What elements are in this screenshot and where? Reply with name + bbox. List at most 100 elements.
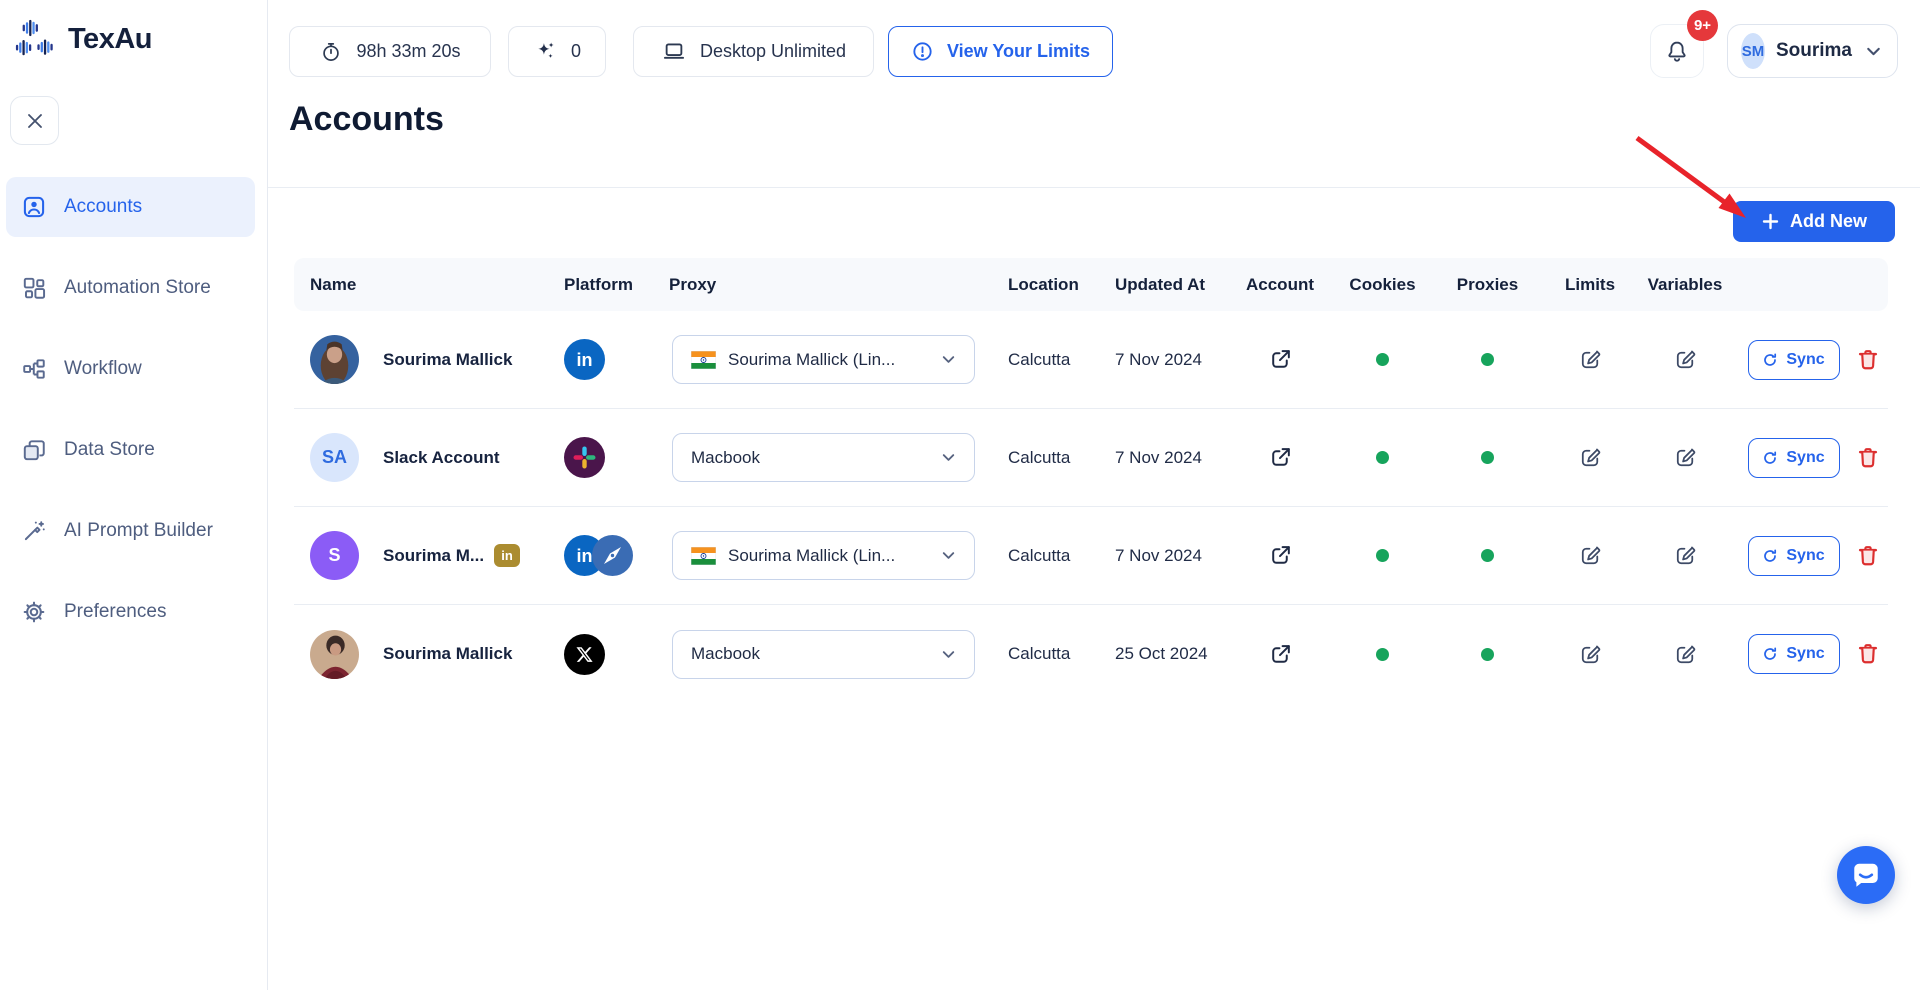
proxy-dropdown[interactable]: Macbook [672, 630, 975, 679]
cookies-status-cell [1330, 549, 1435, 562]
location-cell: Calcutta [990, 644, 1100, 664]
plan-pill[interactable]: Desktop Unlimited [633, 26, 874, 77]
india-flag-icon [691, 351, 716, 369]
platform-cell: in [560, 535, 655, 576]
cookies-status-dot [1376, 549, 1389, 562]
trash-icon[interactable] [1855, 347, 1881, 373]
proxy-cell: Macbook [655, 630, 990, 679]
edit-variables-icon[interactable] [1673, 347, 1698, 372]
user-name: Sourima [1776, 40, 1852, 62]
account-name-wrap: Sourima M...in [383, 544, 520, 567]
view-limits-label: View Your Limits [947, 41, 1090, 62]
user-avatar-initials: SA [310, 433, 359, 482]
slack-icon [564, 437, 605, 478]
gear-icon [21, 599, 47, 625]
sidebar-collapse-button[interactable] [10, 96, 59, 145]
sidebar-item-preferences[interactable]: Preferences [6, 582, 255, 642]
external-link-icon[interactable] [1268, 642, 1293, 667]
sales-navigator-icon [592, 535, 633, 576]
edit-limits-icon[interactable] [1578, 642, 1603, 667]
view-limits-button[interactable]: View Your Limits [888, 26, 1113, 77]
variables-cell [1640, 543, 1730, 568]
sync-button[interactable]: Sync [1748, 438, 1840, 478]
edit-variables-icon[interactable] [1673, 445, 1698, 470]
edit-limits-icon[interactable] [1578, 445, 1603, 470]
india-flag-icon [691, 547, 716, 565]
updated-at-cell: 25 Oct 2024 [1100, 644, 1230, 664]
sidebar-item-ai-prompt-builder[interactable]: AI Prompt Builder [6, 501, 255, 561]
edit-limits-icon[interactable] [1578, 543, 1603, 568]
brand-logo: TexAu [14, 16, 152, 62]
sidebar-item-label: Accounts [64, 196, 142, 218]
name-cell: Sourima Mallick [294, 630, 560, 679]
account-name: Sourima Mallick [383, 644, 512, 664]
location-cell: Calcutta [990, 546, 1100, 566]
proxies-status-dot [1481, 353, 1494, 366]
sync-button[interactable]: Sync [1748, 340, 1840, 380]
column-header-proxy: Proxy [655, 275, 990, 295]
edit-variables-icon[interactable] [1673, 642, 1698, 667]
linkedin-premium-badge: in [494, 544, 520, 567]
limits-cell [1540, 642, 1640, 667]
column-header-account: Account [1230, 275, 1330, 295]
proxy-dropdown[interactable]: Sourima Mallick (Lin... [672, 335, 975, 384]
sync-button[interactable]: Sync [1748, 634, 1840, 674]
table-body: Sourima Mallick in Sourima Mallick (Lin.… [294, 311, 1888, 703]
copy-stack-icon [21, 437, 47, 463]
location-cell: Calcutta [990, 350, 1100, 370]
credits-value: 0 [571, 41, 581, 62]
chevron-down-icon [939, 546, 958, 565]
column-header-proxies: Proxies [1435, 275, 1540, 295]
column-header-limits: Limits [1540, 275, 1640, 295]
account-name-wrap: Sourima Mallick [383, 644, 512, 664]
limits-cell [1540, 445, 1640, 470]
sidebar-item-workflow[interactable]: Workflow [6, 339, 255, 399]
variables-cell [1640, 445, 1730, 470]
bell-icon [1664, 38, 1690, 64]
sync-button[interactable]: Sync [1748, 536, 1840, 576]
external-link-icon[interactable] [1268, 543, 1293, 568]
add-new-button[interactable]: Add New [1733, 201, 1895, 242]
user-avatar-initials: S [310, 531, 359, 580]
user-menu-button[interactable]: SM Sourima [1727, 24, 1898, 78]
stopwatch-icon [319, 40, 343, 64]
header-divider [268, 187, 1920, 188]
sidebar-item-data-store[interactable]: Data Store [6, 420, 255, 480]
time-remaining-pill[interactable]: 98h 33m 20s [289, 26, 491, 77]
proxy-selected-value: Sourima Mallick (Lin... [728, 546, 927, 566]
trash-icon[interactable] [1855, 641, 1881, 667]
x-icon [564, 634, 605, 675]
sidebar-item-accounts[interactable]: Accounts [6, 177, 255, 237]
proxy-dropdown[interactable]: Macbook [672, 433, 975, 482]
edit-variables-icon[interactable] [1673, 543, 1698, 568]
proxies-status-cell [1435, 549, 1540, 562]
credits-pill[interactable]: 0 [508, 26, 606, 77]
sidebar-item-label: AI Prompt Builder [64, 520, 213, 542]
chat-widget-button[interactable] [1837, 846, 1895, 904]
column-header-updated-at: Updated At [1100, 275, 1230, 295]
trash-icon[interactable] [1855, 543, 1881, 569]
chevron-down-icon [939, 448, 958, 467]
name-cell: SA Slack Account [294, 433, 560, 482]
proxy-selected-value: Macbook [691, 644, 927, 664]
add-new-label: Add New [1790, 211, 1867, 232]
edit-limits-icon[interactable] [1578, 347, 1603, 372]
user-avatar-photo [310, 630, 359, 679]
texau-waveform-logo-icon [14, 16, 60, 62]
account-name: Slack Account [383, 448, 500, 468]
proxy-selected-value: Sourima Mallick (Lin... [728, 350, 927, 370]
plus-icon [1761, 212, 1780, 231]
laptop-icon [661, 39, 687, 65]
proxy-dropdown[interactable]: Sourima Mallick (Lin... [672, 531, 975, 580]
proxies-status-dot [1481, 549, 1494, 562]
platform-cell [560, 634, 655, 675]
sidebar-item-automation-store[interactable]: Automation Store [6, 258, 255, 318]
trash-icon[interactable] [1855, 445, 1881, 471]
external-link-icon[interactable] [1268, 445, 1293, 470]
location-cell: Calcutta [990, 448, 1100, 468]
updated-at-cell: 7 Nov 2024 [1100, 448, 1230, 468]
table-header-row: Name Platform Proxy Location Updated At … [294, 258, 1888, 311]
external-link-icon[interactable] [1268, 347, 1293, 372]
refresh-icon [1762, 646, 1778, 662]
actions-cell: Sync [1730, 438, 1888, 478]
